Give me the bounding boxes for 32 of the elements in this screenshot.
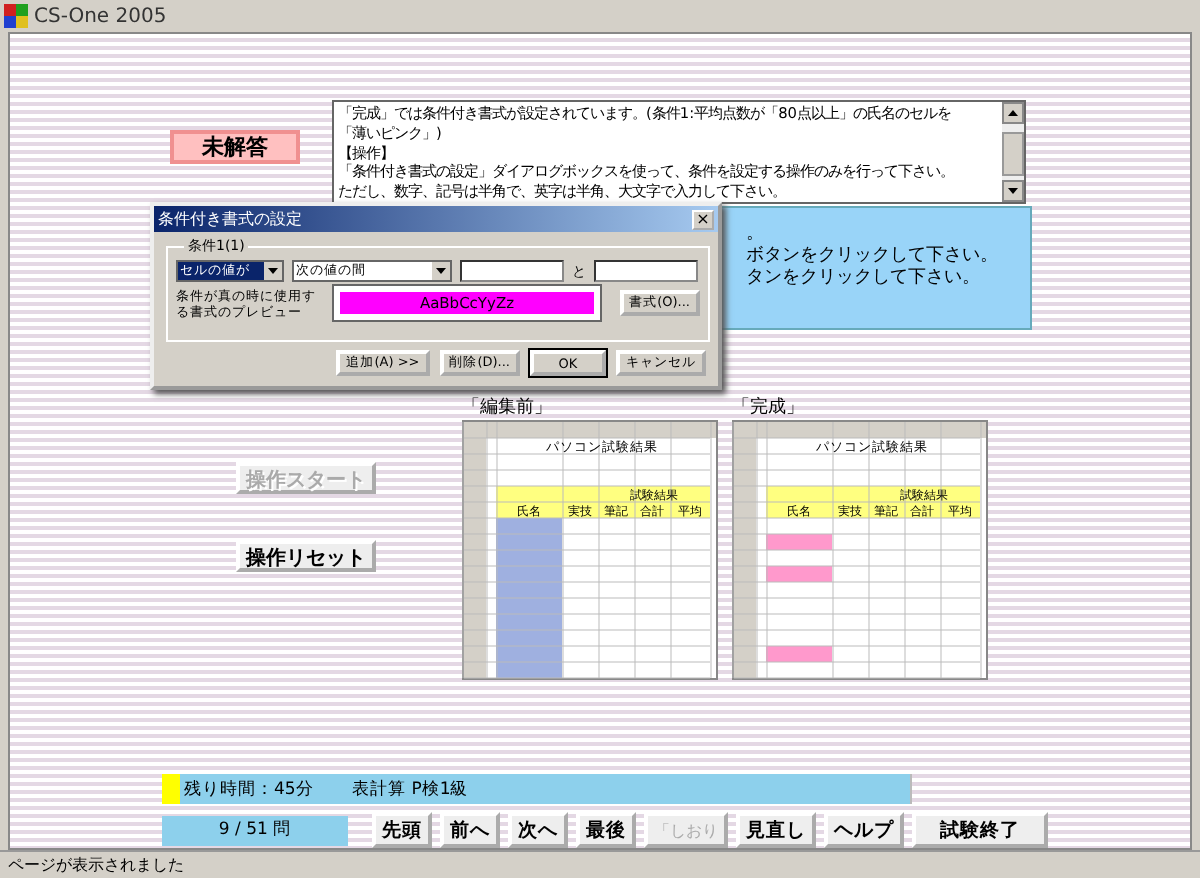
nav-button[interactable]: 次へ <box>508 812 568 848</box>
dialog-title: 条件付き書式の設定 <box>158 208 302 230</box>
nav-button[interactable]: 最後 <box>576 812 636 848</box>
hint-text: ボタンをクリックして下さい。 <box>746 246 1000 268</box>
subject-bar: 表計算 P検1級 <box>348 774 912 804</box>
scroll-down-button[interactable] <box>1002 180 1024 202</box>
hint-text: タンをクリックして下さい。 <box>746 268 982 290</box>
operation-button[interactable]: 操作リセット <box>236 540 376 572</box>
nav-button[interactable]: ヘルプ <box>824 812 904 848</box>
nav-button[interactable]: 前へ <box>440 812 500 848</box>
sheet-caption: 「完成」 <box>732 398 806 418</box>
window-title: CS-One 2005 <box>34 5 167 27</box>
time-remaining-text: 残り時間：45分 <box>182 777 314 801</box>
down-arrow-icon <box>436 268 446 274</box>
time-marker <box>162 774 180 804</box>
down-arrow-icon <box>268 268 278 274</box>
hint-text: 。 <box>746 224 766 246</box>
scroll-up-button[interactable] <box>1002 102 1024 124</box>
close-button[interactable]: × <box>692 209 714 229</box>
sheet-caption: 「編集前」 <box>462 398 554 418</box>
value-input[interactable] <box>460 260 564 282</box>
down-arrow-icon <box>1008 188 1018 194</box>
up-arrow-icon <box>1008 110 1018 116</box>
nav-button[interactable]: 試験終了 <box>912 812 1048 848</box>
app-icon <box>4 4 28 28</box>
scrollbar[interactable] <box>1002 102 1024 202</box>
question-counter: 9 / 51 問 <box>162 815 348 845</box>
nav-button[interactable]: 先頭 <box>372 812 432 848</box>
nav-button[interactable]: 見直し <box>736 812 816 848</box>
status-badge: 未解答 <box>170 130 300 164</box>
value-input[interactable] <box>594 260 698 282</box>
status-bar: ページが表示されました <box>0 850 1200 878</box>
